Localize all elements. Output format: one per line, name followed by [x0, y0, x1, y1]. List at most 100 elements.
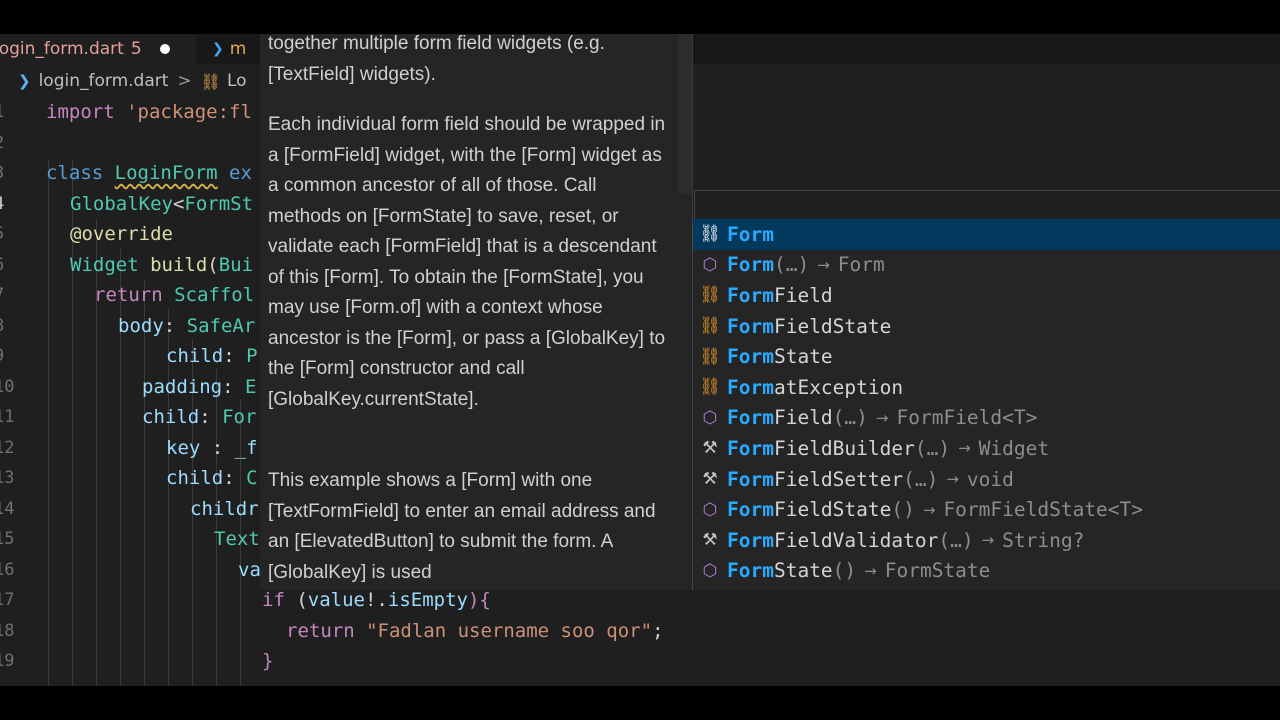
line-number: 6: [0, 250, 14, 280]
code-text: import 'package:fl: [46, 101, 252, 123]
suggestion-label: FieldState: [773, 498, 892, 522]
suggestion-params: (…): [914, 436, 951, 460]
code-text: Text: [214, 528, 260, 550]
line-number: 8: [0, 311, 14, 341]
breadcrumb-file[interactable]: login_form.dart: [39, 71, 169, 91]
suggestion-type: FormField<T>: [896, 406, 1038, 430]
arrow-right-icon: →: [875, 408, 889, 427]
code-text: child: P: [166, 345, 258, 367]
suggestion-type: String?: [1002, 528, 1085, 552]
line-number: 12: [0, 437, 15, 458]
suggestion-match: Form: [727, 436, 774, 460]
suggestion-match: Form: [727, 345, 774, 369]
suggestion-list[interactable]: ⛓ Form ⬡ Form (…) → Form ⛓ Form Field ⛓ Form FieldSt…: [692, 219, 1280, 590]
breadcrumb-symbol[interactable]: Lo: [227, 71, 247, 91]
breadcrumb: ❯ login_form.dart > ⛓ Lo: [0, 68, 247, 94]
class-icon: ⛓: [699, 285, 721, 306]
suggestion-label: State: [773, 345, 833, 369]
code-text: GlobalKey<FormSt: [70, 192, 254, 215]
suggestion-item[interactable]: ⛓ Form FieldState: [693, 311, 1280, 342]
suggestion-match: Form: [727, 467, 774, 491]
suggestion-params: (…): [773, 253, 810, 277]
line-number: 9: [0, 341, 14, 371]
line-number: 3: [0, 158, 14, 188]
suggestion-item[interactable]: ⚒ Form FieldBuilder (…) → Widget: [693, 433, 1280, 464]
suggestion-params: (…): [938, 528, 974, 552]
suggestion-match: Form: [727, 253, 774, 277]
suggestion-match: Form: [727, 375, 774, 399]
class-icon: ⛓: [699, 377, 721, 398]
class-icon: ⛓: [200, 71, 221, 91]
line-number: 13: [0, 468, 15, 488]
suggestion-match: Form: [727, 528, 774, 552]
suggestion-match: Form: [727, 406, 774, 430]
cube-icon: ⬡: [702, 254, 718, 275]
wrench-icon: ⚒: [702, 438, 718, 459]
suggestion-params: (…): [832, 406, 868, 430]
suggestion-match: Form: [727, 314, 774, 338]
suggestion-item[interactable]: ⬡ Form Field (…) → FormField<T>: [693, 403, 1280, 434]
doc-paragraph: together multiple form field widgets (e.…: [268, 34, 605, 85]
line-number: 16: [0, 559, 15, 580]
suggestion-params: (): [832, 559, 857, 583]
code-text: return Scaffol: [94, 284, 255, 306]
code-text: body: SafeAr: [118, 314, 256, 337]
suggestion-item[interactable]: ⬡ Form FieldState() → FormFieldState<T>: [693, 494, 1280, 525]
code-text: padding: E: [142, 375, 257, 398]
cube-icon: ⬡: [702, 499, 718, 520]
unsaved-dot-icon[interactable]: [159, 44, 170, 54]
suggestion-label: FieldState: [773, 314, 892, 338]
suggestion-label: Field: [773, 283, 833, 307]
suggestion-item[interactable]: ⛓ Form Field: [693, 280, 1280, 311]
line-number: 2: [0, 128, 14, 158]
line-number: 5: [0, 219, 14, 249]
suggestion-label: Field: [773, 406, 833, 430]
suggestion-match: Form: [727, 559, 774, 583]
suggestion-match: Form: [727, 283, 774, 307]
editor-window: login_form.dart 5 ❯ m ❯ login_form.dart …: [0, 34, 1280, 686]
wrench-icon: ⚒: [702, 530, 718, 551]
arrow-right-icon: →: [817, 255, 830, 274]
cube-icon: ⬡: [702, 407, 718, 428]
suggestion-label: atException: [773, 375, 904, 399]
doc-scrollbar[interactable]: [678, 34, 692, 194]
suggestion-item[interactable]: ⛓ Form State: [693, 341, 1280, 372]
arrow-right-icon: →: [981, 531, 995, 550]
line-number: 15: [0, 529, 15, 549]
code-line[interactable]: 19}: [0, 646, 1280, 676]
class-icon: ⛓: [699, 346, 721, 367]
code-line[interactable]: 18 return "Fadlan username soo qor";: [0, 616, 1280, 646]
wrench-icon: ⚒: [702, 469, 718, 490]
suggestion-item[interactable]: ⚒ Form FieldValidator (…) → String?: [693, 525, 1280, 556]
line-number: 4: [0, 189, 14, 219]
suggestion-item[interactable]: ⛓ Form atException: [693, 372, 1280, 403]
tab-label: login_form.dart: [0, 39, 124, 59]
suggestion-match: Form: [727, 498, 774, 522]
line-number: 18: [0, 620, 15, 641]
line-number: 14: [0, 498, 15, 519]
suggestion-item[interactable]: ⬡ Form State() → FormState: [693, 556, 1280, 587]
suggestion-label: FieldValidator: [773, 528, 939, 552]
arrow-right-icon: →: [864, 561, 877, 580]
line-number: 19: [0, 651, 15, 671]
tab-login-form[interactable]: login_form.dart 5: [0, 34, 196, 64]
suggestion-item[interactable]: ⚒ Form FieldSetter (…) → void: [693, 464, 1280, 495]
suggestion-label: State: [773, 559, 833, 583]
class-icon: ⛓: [699, 224, 721, 245]
dart-icon: ❯: [212, 41, 224, 57]
suggestion-item[interactable]: ⛓ Form: [693, 219, 1280, 250]
line-number: 11: [0, 407, 15, 427]
suggestion-type: Form: [837, 253, 885, 277]
arrow-right-icon: →: [922, 500, 936, 519]
code-text: Widget build(Bui: [70, 253, 254, 276]
line-number: 17: [0, 590, 15, 610]
arrow-right-icon: →: [946, 470, 959, 489]
code-text: class LoginForm ex: [46, 162, 252, 184]
suggestion-params: (…): [903, 467, 939, 491]
tab-label: m: [229, 39, 247, 59]
breadcrumb-separator: >: [177, 71, 192, 91]
suggestion-item[interactable]: ⬡ Form (…) → Form: [693, 250, 1280, 281]
suggestion-type: Widget: [978, 436, 1050, 460]
line-number: 7: [0, 280, 14, 310]
code-text: key : _f: [166, 436, 258, 459]
